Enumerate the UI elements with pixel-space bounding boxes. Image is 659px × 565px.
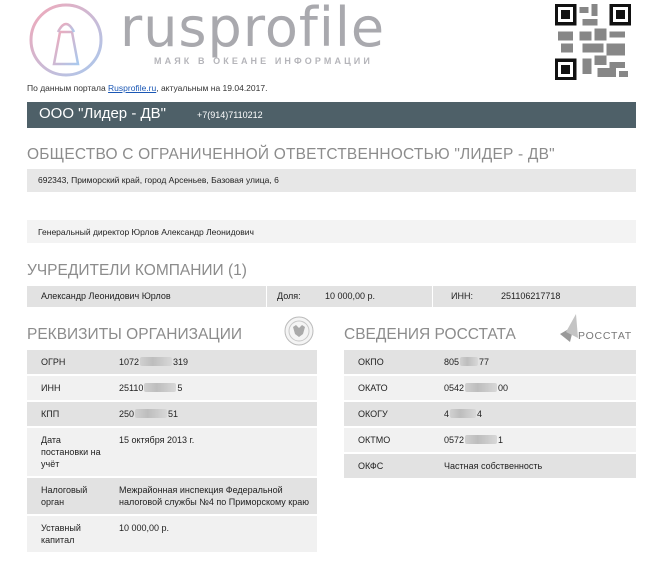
- founders-title: УЧРЕДИТЕЛИ КОМПАНИИ (1): [27, 262, 247, 279]
- company-address: 692343, Приморский край, город Арсеньев,…: [27, 169, 636, 192]
- okfs-value: Частная собственность: [436, 453, 636, 480]
- oktmo-label: ОКТМО: [344, 427, 436, 454]
- inn-value: 25110 5: [111, 375, 317, 402]
- founder-inn-value: 251106217718: [501, 291, 561, 301]
- authorized-capital-value: 10 000,00 р.: [111, 515, 317, 554]
- table-row: ОКОГУ 44: [344, 401, 636, 428]
- inn-label: ИНН: [27, 375, 111, 402]
- divider: [266, 286, 267, 307]
- value-start: 805: [444, 357, 460, 367]
- kpp-value: 250 51: [111, 401, 317, 428]
- rosstat-title: СВЕДЕНИЯ РОССТАТА: [344, 326, 516, 343]
- emblem-icon: [284, 316, 314, 346]
- founder-name: Александр Леонидович Юрлов: [41, 291, 171, 301]
- company-short-name: ООО "Лидер - ДВ": [39, 105, 166, 122]
- divider: [432, 286, 433, 307]
- ogrn-label: ОГРН: [27, 350, 111, 376]
- value-end: 4: [477, 409, 483, 419]
- value-start: 4: [444, 409, 450, 419]
- founder-share-value: 10 000,00 р.: [325, 291, 376, 301]
- table-row: Уставный капитал 10 000,00 р.: [27, 515, 317, 554]
- table-row: Налоговый орган Межрайонная инспекция Фе…: [27, 477, 317, 516]
- kpp-label: КПП: [27, 401, 111, 428]
- founder-inn-label: ИНН:: [451, 291, 473, 301]
- value-start: 1072: [119, 357, 140, 367]
- value-end: 51: [168, 409, 179, 419]
- value-end: 00: [498, 383, 509, 393]
- table-row: ОГРН 1072 319: [27, 350, 317, 376]
- value-start: 250: [119, 409, 135, 419]
- redaction-blur: [140, 357, 173, 366]
- value-start: 25110: [119, 383, 144, 393]
- tax-authority-value: Межрайонная инспекция Федеральной налого…: [111, 477, 317, 516]
- value-end: 5: [177, 383, 183, 393]
- oktmo-value: 0572 1: [436, 427, 636, 454]
- rusprofile-link[interactable]: Rusprofile.ru: [108, 83, 156, 93]
- value-end: 77: [479, 357, 490, 367]
- company-full-name: ОБЩЕСТВО С ОГРАНИЧЕННОЙ ОТВЕТСТВЕННОСТЬЮ…: [27, 146, 555, 163]
- value-start: 0572: [444, 435, 465, 445]
- tax-authority-label: Налоговый орган: [27, 477, 111, 516]
- lighthouse-logo-icon: [29, 3, 103, 77]
- table-row: ОКТМО 0572 1: [344, 427, 636, 454]
- rosstat-table: ОКПО 805 77 ОКАТО 0542 00 ОКОГУ 44 ОКТМО 0…: [344, 350, 636, 480]
- okato-value: 0542 00: [436, 375, 636, 402]
- founder-share-label: Доля:: [277, 291, 301, 301]
- source-line: По данным портала Rusprofile.ru, актуаль…: [27, 83, 267, 93]
- redaction-blur: [460, 357, 479, 366]
- table-row: ОКПО 805 77: [344, 350, 636, 376]
- okogu-label: ОКОГУ: [344, 401, 436, 428]
- rusprofile-logo: rusprofile МАЯК В ОКЕАНЕ ИНФОРМАЦИИ: [28, 0, 388, 80]
- requisites-title: РЕКВИЗИТЫ ОРГАНИЗАЦИИ: [27, 326, 243, 343]
- company-phone: +7(914)7110212: [197, 110, 263, 120]
- redaction-blur: [465, 383, 498, 392]
- okato-label: ОКАТО: [344, 375, 436, 402]
- okogu-value: 44: [436, 401, 636, 428]
- okpo-label: ОКПО: [344, 350, 436, 376]
- registration-date-label: Дата постановки на учёт: [27, 427, 111, 478]
- okfs-label: ОКФС: [344, 453, 436, 480]
- company-director: Генеральный директор Юрлов Александр Лео…: [27, 220, 636, 243]
- founder-row: Александр Леонидович Юрлов Доля: 10 000,…: [27, 286, 636, 307]
- table-row: ОКФС Частная собственность: [344, 453, 636, 480]
- redaction-blur: [135, 409, 168, 418]
- logo-wordmark: rusprofile: [120, 0, 386, 59]
- source-suffix: , актуальным на 19.04.2017.: [156, 83, 268, 93]
- authorized-capital-label: Уставный капитал: [27, 515, 111, 554]
- requisites-table: ОГРН 1072 319 ИНН 25110 5 КПП 250 51 Дата п…: [27, 350, 317, 554]
- okpo-value: 805 77: [436, 350, 636, 376]
- table-row: ИНН 25110 5: [27, 375, 317, 402]
- source-prefix: По данным портала: [27, 83, 109, 93]
- qr-code-icon: [555, 4, 631, 80]
- table-row: КПП 250 51: [27, 401, 317, 428]
- logo-tagline: МАЯК В ОКЕАНЕ ИНФОРМАЦИИ: [154, 56, 373, 66]
- ogrn-value: 1072 319: [111, 350, 317, 376]
- table-row: ОКАТО 0542 00: [344, 375, 636, 402]
- company-header-bar: ООО "Лидер - ДВ" +7(914)7110212: [27, 102, 636, 128]
- table-row: Дата постановки на учёт 15 октября 2013 …: [27, 427, 317, 478]
- value-end: 319: [173, 357, 189, 367]
- value-start: 0542: [444, 383, 465, 393]
- registration-date-value: 15 октября 2013 г.: [111, 427, 317, 478]
- value-end: 1: [498, 435, 504, 445]
- redaction-blur: [450, 409, 477, 418]
- redaction-blur: [144, 383, 177, 392]
- rosstat-logo-text: РОССТАТ: [578, 330, 633, 342]
- redaction-blur: [465, 435, 498, 444]
